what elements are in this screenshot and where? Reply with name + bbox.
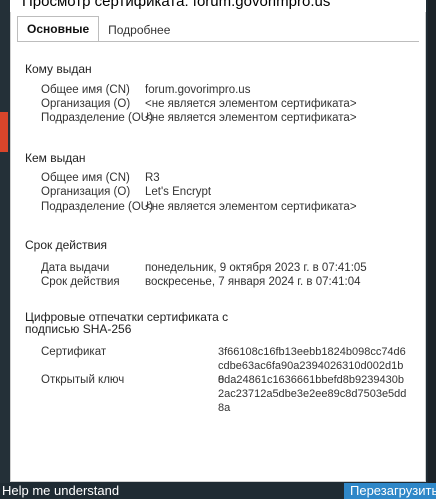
tab-details[interactable]: Подробнее — [99, 18, 179, 42]
issued-by-heading: Кем выдан — [25, 151, 86, 165]
tab-general[interactable]: Основные — [17, 16, 100, 42]
issue-date-label: Дата выдачи — [41, 262, 110, 274]
issued-to-cn-value: forum.govorimpro.us — [145, 84, 251, 96]
issued-to-ou-value: <не является элементом сертификата> — [145, 112, 357, 124]
issued-by-cn-value: R3 — [145, 172, 160, 184]
issued-by-ou-label: Подразделение (OU) — [41, 201, 153, 213]
validity-heading: Срок действия — [25, 238, 108, 252]
cert-fingerprint-label: Сертификат — [41, 346, 107, 358]
expiry-date-value: воскресенье, 7 января 2024 г. в 07:41:04 — [145, 276, 361, 288]
issued-to-o-label: Организация (O) — [41, 98, 131, 110]
tab-bar: Основные Подробнее — [17, 16, 179, 42]
background-link[interactable]: Help me understand — [0, 483, 120, 499]
certificate-dialog: Основные Подробнее Кому выдан Общее имя … — [10, 12, 426, 482]
window-title: Просмотр сертификата: forum.govorimpro.u… — [10, 0, 426, 12]
issue-date-value: понедельник, 9 октября 2023 г. в 07:41:0… — [145, 262, 367, 274]
issued-by-ou-value: <не является элементом сертификата> — [145, 201, 357, 213]
fingerprints-heading-line2: подписью SHA-256 — [25, 322, 132, 336]
background-page-right — [428, 0, 436, 499]
issued-to-ou-label: Подразделение (OU) — [41, 112, 153, 124]
pubkey-fingerprint-value: 0da24861c1636661bbefd8b9239430b2ac23712a… — [218, 374, 407, 414]
issued-to-cn-label: Общее имя (CN) — [41, 84, 130, 96]
background-reload-button[interactable]: Перезагрузить — [344, 483, 436, 499]
background-page-left — [0, 0, 10, 499]
issued-by-o-value: Let's Encrypt — [145, 186, 212, 198]
background-red-marker — [0, 112, 8, 152]
pubkey-fingerprint-label: Открытый ключ — [41, 374, 125, 386]
issued-by-cn-label: Общее имя (CN) — [41, 172, 130, 184]
expiry-date-label: Срок действия — [41, 276, 120, 288]
issued-to-o-value: <не является элементом сертификата> — [145, 98, 357, 110]
issued-to-heading: Кому выдан — [25, 62, 92, 76]
tab-divider — [17, 41, 419, 42]
issued-by-o-label: Организация (O) — [41, 186, 131, 198]
